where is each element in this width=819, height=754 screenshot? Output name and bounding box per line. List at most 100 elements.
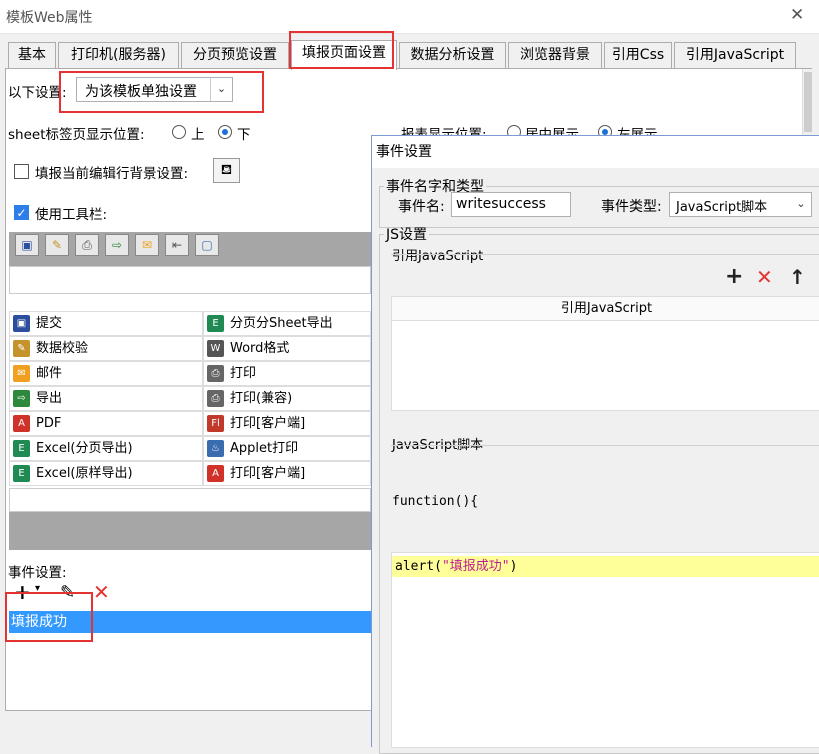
toolbar-button-label: 导出 (36, 391, 63, 406)
print-icon: ⎙ (207, 365, 224, 382)
pdf-icon: A (207, 465, 224, 482)
tab-printer[interactable]: 打印机(服务器) (58, 42, 179, 69)
js-settings-legend: JS设置 (386, 227, 428, 243)
export-icon: ⇨ (13, 390, 30, 407)
toolbar-button-grid: ▣ 提交 ✎ 数据校验 ✉ 邮件 ⇨ 导出 A PDF E Excel(分页导出) E Excel(原样导… (9, 311, 371, 486)
check-icon: ✎ (13, 340, 30, 357)
web-properties-window: 模板Web属性 ✕ 基本 打印机(服务器) 分页预览设置 填报页面设置 数据分析… (0, 0, 819, 754)
dialog-title: 事件设置 (372, 136, 819, 168)
toolbar-button-option[interactable]: ✉ 邮件 (9, 361, 203, 386)
toolbar-spacer (9, 266, 371, 294)
event-type-value: JavaScript脚本 (676, 200, 768, 215)
radio-top-label: 上 (191, 127, 205, 143)
toolbar-button-option[interactable]: E Excel(原样导出) (9, 461, 203, 486)
paint-bucket-icon[interactable]: ⛾ (213, 158, 240, 183)
highlight-box-scope (59, 71, 264, 113)
toolbar-button-label: 打印[客户端] (230, 416, 306, 431)
event-type-select[interactable]: JavaScript脚本 ⌄ (669, 192, 812, 217)
use-toolbar-label: 使用工具栏: (35, 207, 108, 223)
toolbar-button-option[interactable]: ✎ 数据校验 (9, 336, 203, 361)
code-close: ) (509, 559, 518, 574)
code-line: alert("填报成功") (392, 556, 819, 577)
tab-browser-bg[interactable]: 浏览器背景 (508, 42, 602, 69)
ref-js-header: 引用JavaScript (392, 297, 819, 321)
use-toolbar-checkbox[interactable]: ✓ (14, 205, 29, 220)
toolbar-button-option[interactable]: ▣ 提交 (9, 311, 203, 336)
highlight-box-event (5, 592, 93, 642)
delete-icon[interactable]: ✕ (93, 582, 110, 602)
mail-icon[interactable]: ✉ (135, 234, 159, 256)
highlight-box-tab (289, 31, 394, 69)
applet-icon: ♨ (207, 440, 224, 457)
edit-row-bg-label: 填报当前编辑行背景设置: (35, 166, 189, 182)
toolbar-button-option[interactable]: Fl 打印[客户端] (203, 411, 371, 436)
toolbar-spacer-2 (9, 488, 371, 512)
divider (391, 254, 819, 255)
delete-js-icon[interactable]: ✕ (756, 265, 773, 289)
export-icon[interactable]: ⇨ (105, 234, 129, 256)
toolbar-button-option[interactable]: W Word格式 (203, 336, 371, 361)
mail-icon: ✉ (13, 365, 30, 382)
save-icon[interactable]: ▣ (15, 234, 39, 256)
flash-icon: Fl (207, 415, 224, 432)
move-up-icon[interactable]: ↑ (789, 265, 806, 289)
toolbar-button-label: 打印 (230, 366, 257, 381)
word-icon: W (207, 340, 224, 357)
script-label: JavaScript脚本 (392, 438, 484, 453)
toolbar-button-label: 提交 (36, 316, 63, 331)
tab-page-preview[interactable]: 分页预览设置 (181, 42, 289, 69)
radio-top[interactable] (172, 125, 186, 139)
tab-ref-javascript[interactable]: 引用JavaScript (674, 42, 796, 69)
radio-bottom[interactable] (218, 125, 232, 139)
add-js-icon[interactable]: + (725, 264, 743, 289)
close-icon[interactable]: ✕ (790, 5, 804, 25)
page-setup-icon[interactable]: ⇤ (165, 234, 189, 256)
script-editor[interactable]: alert("填报成功") (391, 552, 819, 748)
sheet-pos-label: sheet标签页显示位置: (8, 127, 145, 143)
code-string: "填报成功" (441, 559, 510, 574)
excel-icon: E (13, 440, 30, 457)
toolbar-button-option[interactable]: A PDF (9, 411, 203, 436)
toolbar-button-label: Applet打印 (230, 441, 299, 456)
excel-icon: E (207, 315, 224, 332)
toolbar-button-option[interactable]: ⎙ 打印(兼容) (203, 386, 371, 411)
window-icon[interactable]: ▢ (195, 234, 219, 256)
tab-data-analysis[interactable]: 数据分析设置 (399, 42, 506, 69)
toolbar-button-label: 邮件 (36, 366, 63, 381)
toolbar-button-label: 分页分Sheet导出 (230, 316, 333, 331)
print-icon: ⎙ (207, 390, 224, 407)
excel-icon: E (13, 465, 30, 482)
toolbar-preview-bottom (9, 512, 371, 550)
toolbar-button-label: PDF (36, 416, 62, 431)
check-icon[interactable]: ✎ (45, 234, 69, 256)
ref-js-table: 引用JavaScript (391, 296, 819, 411)
scope-label: 以下设置: (8, 85, 67, 101)
tab-basic[interactable]: 基本 (8, 42, 56, 69)
toolbar-button-option[interactable]: ♨ Applet打印 (203, 436, 371, 461)
toolbar-button-label: 数据校验 (36, 341, 89, 356)
toolbar-button-option[interactable]: A 打印[客户端] (203, 461, 371, 486)
event-settings-dialog: 事件设置 事件名字和类型 事件名: writesuccess 事件类型: Jav… (371, 135, 819, 754)
window-title: 模板Web属性 (6, 10, 93, 26)
event-name-label: 事件名: (398, 199, 445, 215)
toolbar-button-label: Excel(原样导出) (36, 466, 133, 481)
toolbar-button-option[interactable]: E 分页分Sheet导出 (203, 311, 371, 336)
event-settings-label: 事件设置: (8, 565, 67, 581)
pdf-icon: A (13, 415, 30, 432)
event-name-input[interactable]: writesuccess (451, 192, 571, 217)
toolbar-button-option[interactable]: ⎙ 打印 (203, 361, 371, 386)
toolbar-button-option[interactable]: E Excel(分页导出) (9, 436, 203, 461)
toolbar-button-label: 打印[客户端] (230, 466, 306, 481)
toolbar-button-option[interactable]: ⇨ 导出 (9, 386, 203, 411)
radio-bottom-label: 下 (237, 127, 251, 143)
toolbar-button-label: Excel(分页导出) (36, 441, 133, 456)
edit-row-bg-checkbox[interactable] (14, 164, 29, 179)
print-icon[interactable]: ⎙ (75, 234, 99, 256)
save-icon: ▣ (13, 315, 30, 332)
title-bar: 模板Web属性 ✕ (0, 0, 819, 34)
tab-ref-css[interactable]: 引用Css (604, 42, 672, 69)
divider (391, 445, 819, 446)
toolbar-button-label: Word格式 (230, 341, 290, 356)
event-type-label: 事件类型: (601, 199, 662, 215)
code-function: alert( (395, 559, 442, 574)
